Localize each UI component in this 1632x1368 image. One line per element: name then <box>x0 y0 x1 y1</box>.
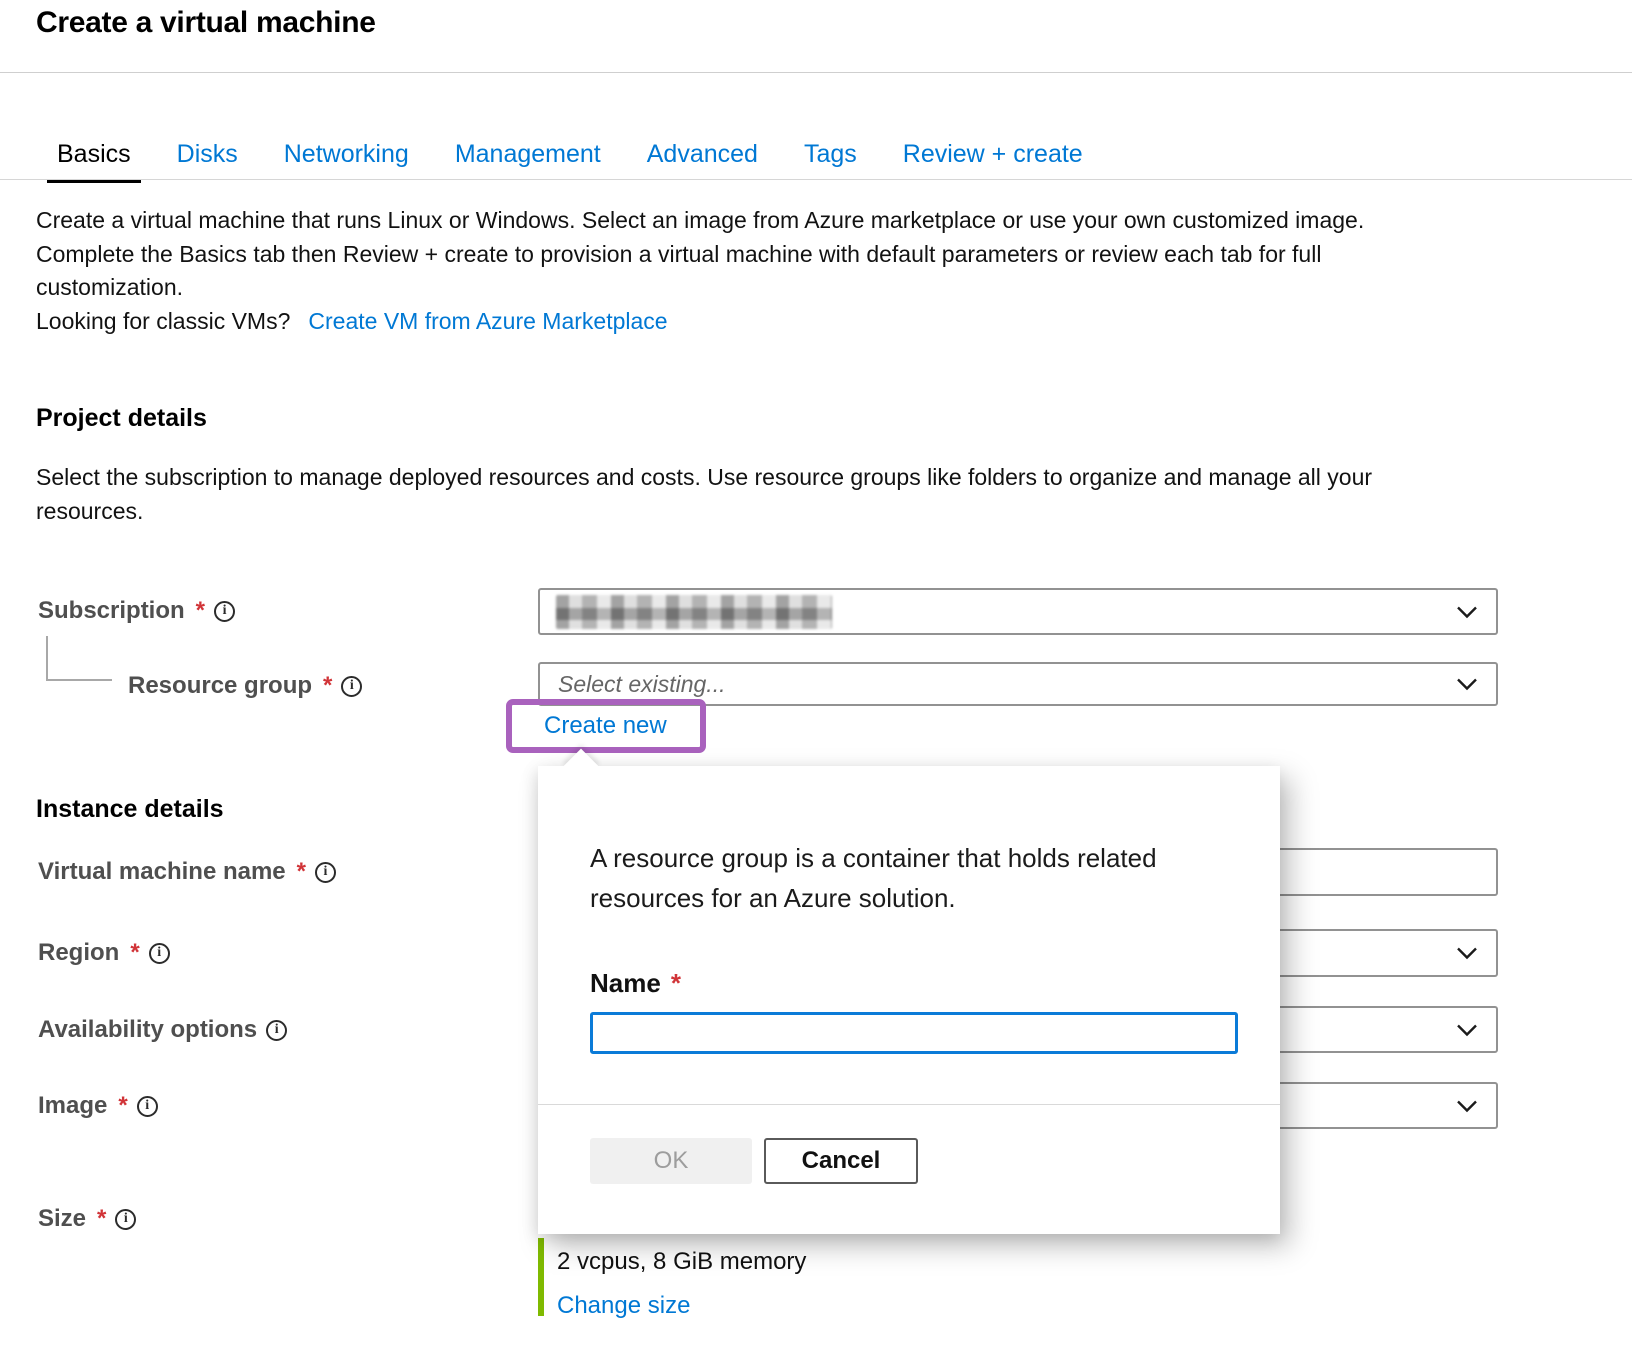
tab-networking[interactable]: Networking <box>274 132 419 183</box>
create-resource-group-popup: A resource group is a container that hol… <box>538 766 1280 1234</box>
required-asterisk: * <box>321 672 332 700</box>
resource-group-placeholder: Select existing... <box>540 671 725 698</box>
highlight-box: Create new <box>506 699 706 753</box>
size-selection-bar <box>538 1238 544 1316</box>
vm-name-label: Virtual machine name * i <box>38 858 336 886</box>
popup-divider <box>538 1104 1280 1105</box>
tabs-underline <box>0 179 1632 180</box>
change-size-link[interactable]: Change size <box>557 1292 690 1320</box>
info-icon[interactable]: i <box>214 601 235 622</box>
popup-name-label-text: Name <box>590 968 661 999</box>
chevron-down-icon <box>1456 947 1478 960</box>
subscription-label-text: Subscription <box>38 597 185 625</box>
page-title: Create a virtual machine <box>36 6 376 40</box>
vm-name-label-text: Virtual machine name <box>38 858 286 886</box>
resource-group-label: Resource group * i <box>128 672 362 700</box>
chevron-down-icon <box>1456 1099 1478 1112</box>
create-vm-marketplace-link[interactable]: Create VM from Azure Marketplace <box>308 308 667 334</box>
info-icon[interactable]: i <box>137 1096 158 1117</box>
availability-label-text: Availability options <box>38 1016 257 1044</box>
cancel-button[interactable]: Cancel <box>764 1138 918 1184</box>
classic-vms-question: Looking for classic VMs? <box>36 308 290 334</box>
info-icon[interactable]: i <box>266 1020 287 1041</box>
popup-name-label: Name * <box>590 968 681 999</box>
intro-line-1: Create a virtual machine that runs Linux… <box>36 204 1436 238</box>
image-label: Image * i <box>38 1092 158 1120</box>
region-label: Region * i <box>38 939 170 967</box>
resource-group-name-input[interactable] <box>590 1012 1238 1054</box>
tab-review-create[interactable]: Review + create <box>893 132 1093 183</box>
tab-disks[interactable]: Disks <box>167 132 248 183</box>
required-asterisk: * <box>295 858 306 886</box>
tab-advanced[interactable]: Advanced <box>637 132 768 183</box>
region-label-text: Region <box>38 939 119 967</box>
subscription-select[interactable] <box>538 588 1498 635</box>
create-new-link[interactable]: Create new <box>544 712 667 740</box>
chevron-down-icon <box>1456 605 1478 618</box>
instance-details-heading: Instance details <box>36 795 224 824</box>
image-label-text: Image <box>38 1092 107 1120</box>
subscription-value-redacted <box>556 595 832 629</box>
tab-bar: Basics Disks Networking Management Advan… <box>47 132 1093 183</box>
tab-tags[interactable]: Tags <box>794 132 867 183</box>
chevron-down-icon <box>1456 1023 1478 1036</box>
project-details-heading: Project details <box>36 404 207 433</box>
required-asterisk: * <box>669 968 681 999</box>
create-vm-page: Create a virtual machine Basics Disks Ne… <box>0 0 1632 1368</box>
size-specs-text: 2 vcpus, 8 GiB memory <box>557 1248 806 1276</box>
info-icon[interactable]: i <box>341 676 362 697</box>
subscription-resource-connector <box>46 636 112 681</box>
info-icon[interactable]: i <box>149 943 170 964</box>
info-icon[interactable]: i <box>315 862 336 883</box>
popup-description: A resource group is a container that hol… <box>590 838 1210 918</box>
info-icon[interactable]: i <box>115 1209 136 1230</box>
subscription-label: Subscription * i <box>38 597 235 625</box>
popup-body: A resource group is a container that hol… <box>538 766 1280 1234</box>
project-details-description: Select the subscription to manage deploy… <box>36 461 1436 528</box>
intro-text: Create a virtual machine that runs Linux… <box>36 204 1436 338</box>
chevron-down-icon <box>1456 678 1478 691</box>
size-label: Size * i <box>38 1205 136 1233</box>
availability-options-label: Availability options i <box>38 1016 287 1044</box>
header-divider <box>0 72 1632 73</box>
size-label-text: Size <box>38 1205 86 1233</box>
tab-management[interactable]: Management <box>445 132 611 183</box>
resource-group-label-text: Resource group <box>128 672 312 700</box>
ok-button[interactable]: OK <box>590 1138 752 1184</box>
required-asterisk: * <box>194 597 205 625</box>
required-asterisk: * <box>116 1092 127 1120</box>
tab-basics[interactable]: Basics <box>47 132 141 183</box>
required-asterisk: * <box>95 1205 106 1233</box>
intro-line-2: Complete the Basics tab then Review + cr… <box>36 238 1436 305</box>
required-asterisk: * <box>128 939 139 967</box>
